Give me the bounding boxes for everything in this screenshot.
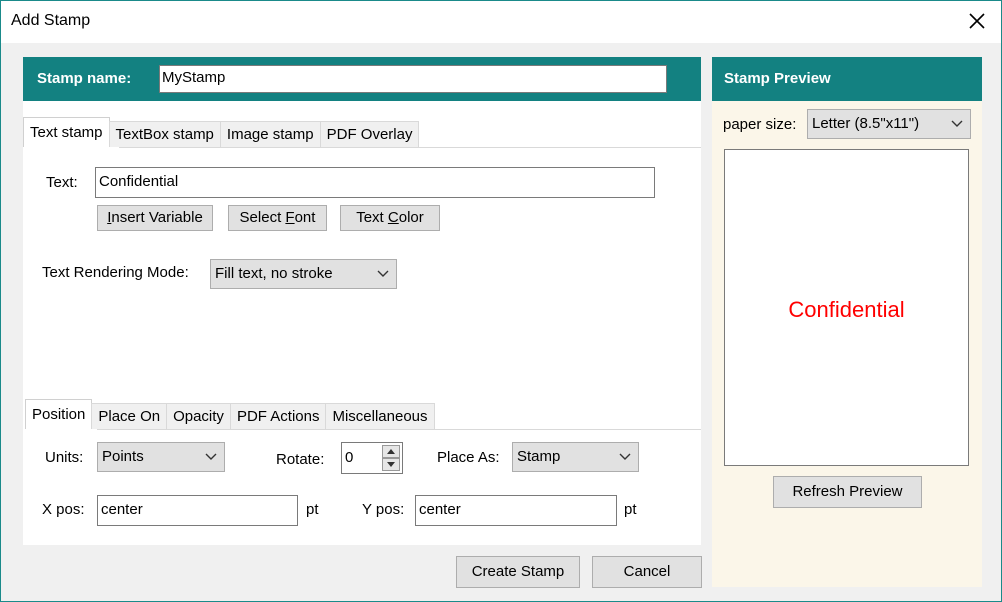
tab-pdf-overlay[interactable]: PDF Overlay	[319, 121, 420, 147]
rendering-mode-label: Text Rendering Mode:	[42, 264, 189, 281]
stamp-name-input[interactable]: MyStamp	[159, 65, 667, 93]
stamp-preview-title: Stamp Preview	[724, 70, 831, 87]
close-button[interactable]	[961, 5, 993, 37]
units-label: Units:	[45, 449, 84, 466]
tab-text-stamp[interactable]: Text stamp	[23, 117, 110, 147]
stamp-settings-panel: Stamp name: MyStamp Text stamp TextBox s…	[23, 57, 701, 545]
triangle-up-icon	[387, 449, 395, 454]
title-bar: Add Stamp	[1, 1, 1001, 43]
stamp-preview-bar: Stamp Preview	[712, 57, 982, 101]
y-pos-label: Y pos:	[362, 501, 405, 518]
x-pos-label: X pos:	[42, 501, 85, 518]
rotate-value: 0	[345, 449, 354, 466]
tab-opacity[interactable]: Opacity	[166, 403, 231, 429]
select-font-button[interactable]: Select Font	[228, 205, 327, 231]
place-as-select[interactable]: Stamp	[512, 442, 639, 472]
rotate-down-button[interactable]	[382, 458, 400, 471]
refresh-preview-button[interactable]: Refresh Preview	[773, 476, 922, 508]
rotate-stepper[interactable]: 0	[341, 442, 403, 474]
rendering-mode-value: Fill text, no stroke	[215, 265, 333, 282]
tab-position[interactable]: Position	[25, 399, 93, 429]
rendering-mode-select[interactable]: Fill text, no stroke	[210, 259, 397, 289]
tab-image-stamp[interactable]: Image stamp	[219, 121, 321, 147]
tab-textbox-stamp[interactable]: TextBox stamp	[108, 121, 221, 147]
stamp-type-tabs: Text stamp TextBox stamp Image stamp PDF…	[23, 117, 420, 147]
create-stamp-button[interactable]: Create Stamp	[456, 556, 580, 588]
tab-miscellaneous[interactable]: Miscellaneous	[325, 403, 435, 429]
rotate-label: Rotate:	[276, 451, 325, 468]
insert-variable-button[interactable]: Insert Variable	[97, 205, 213, 231]
tab-pdf-actions[interactable]: PDF Actions	[229, 403, 327, 429]
placement-tabs: Position Place On Opacity PDF Actions Mi…	[25, 399, 435, 429]
place-as-value: Stamp	[517, 448, 561, 465]
tab-strip-divider	[119, 147, 701, 148]
stamp-name-bar: Stamp name: MyStamp	[23, 57, 701, 101]
chevron-down-icon	[205, 453, 217, 460]
y-pos-input[interactable]: center	[415, 495, 617, 526]
paper-size-select[interactable]: Letter (8.5"x11")	[807, 109, 971, 139]
y-pos-unit: pt	[624, 501, 637, 518]
preview-stamp-text: Confidential	[788, 297, 905, 322]
triangle-down-icon	[387, 462, 395, 467]
stamp-text-input[interactable]: Confidential	[95, 167, 655, 198]
close-icon	[961, 5, 993, 37]
chevron-down-icon	[619, 453, 631, 460]
x-pos-input[interactable]: center	[97, 495, 298, 526]
rotate-up-button[interactable]	[382, 445, 400, 458]
text-label: Text:	[46, 174, 78, 191]
text-color-button[interactable]: Text Color	[340, 205, 440, 231]
tab-place-on[interactable]: Place On	[91, 403, 168, 429]
chevron-down-icon	[951, 120, 963, 127]
chevron-down-icon	[377, 270, 389, 277]
dialog-title: Add Stamp	[11, 12, 91, 29]
paper-size-value: Letter (8.5"x11")	[812, 115, 920, 132]
cancel-button[interactable]: Cancel	[592, 556, 702, 588]
units-select[interactable]: Points	[97, 442, 225, 472]
placement-tab-divider	[97, 429, 701, 430]
stamp-preview-canvas: Confidential	[724, 149, 969, 466]
units-value: Points	[102, 448, 144, 465]
add-stamp-dialog: Add Stamp Stamp name: MyStamp Text stamp…	[0, 0, 1002, 602]
x-pos-unit: pt	[306, 501, 319, 518]
place-as-label: Place As:	[437, 449, 500, 466]
paper-size-label: paper size:	[723, 116, 797, 133]
stamp-preview-panel: Stamp Preview paper size: Letter (8.5"x1…	[712, 57, 982, 587]
stamp-name-label: Stamp name:	[37, 70, 132, 87]
